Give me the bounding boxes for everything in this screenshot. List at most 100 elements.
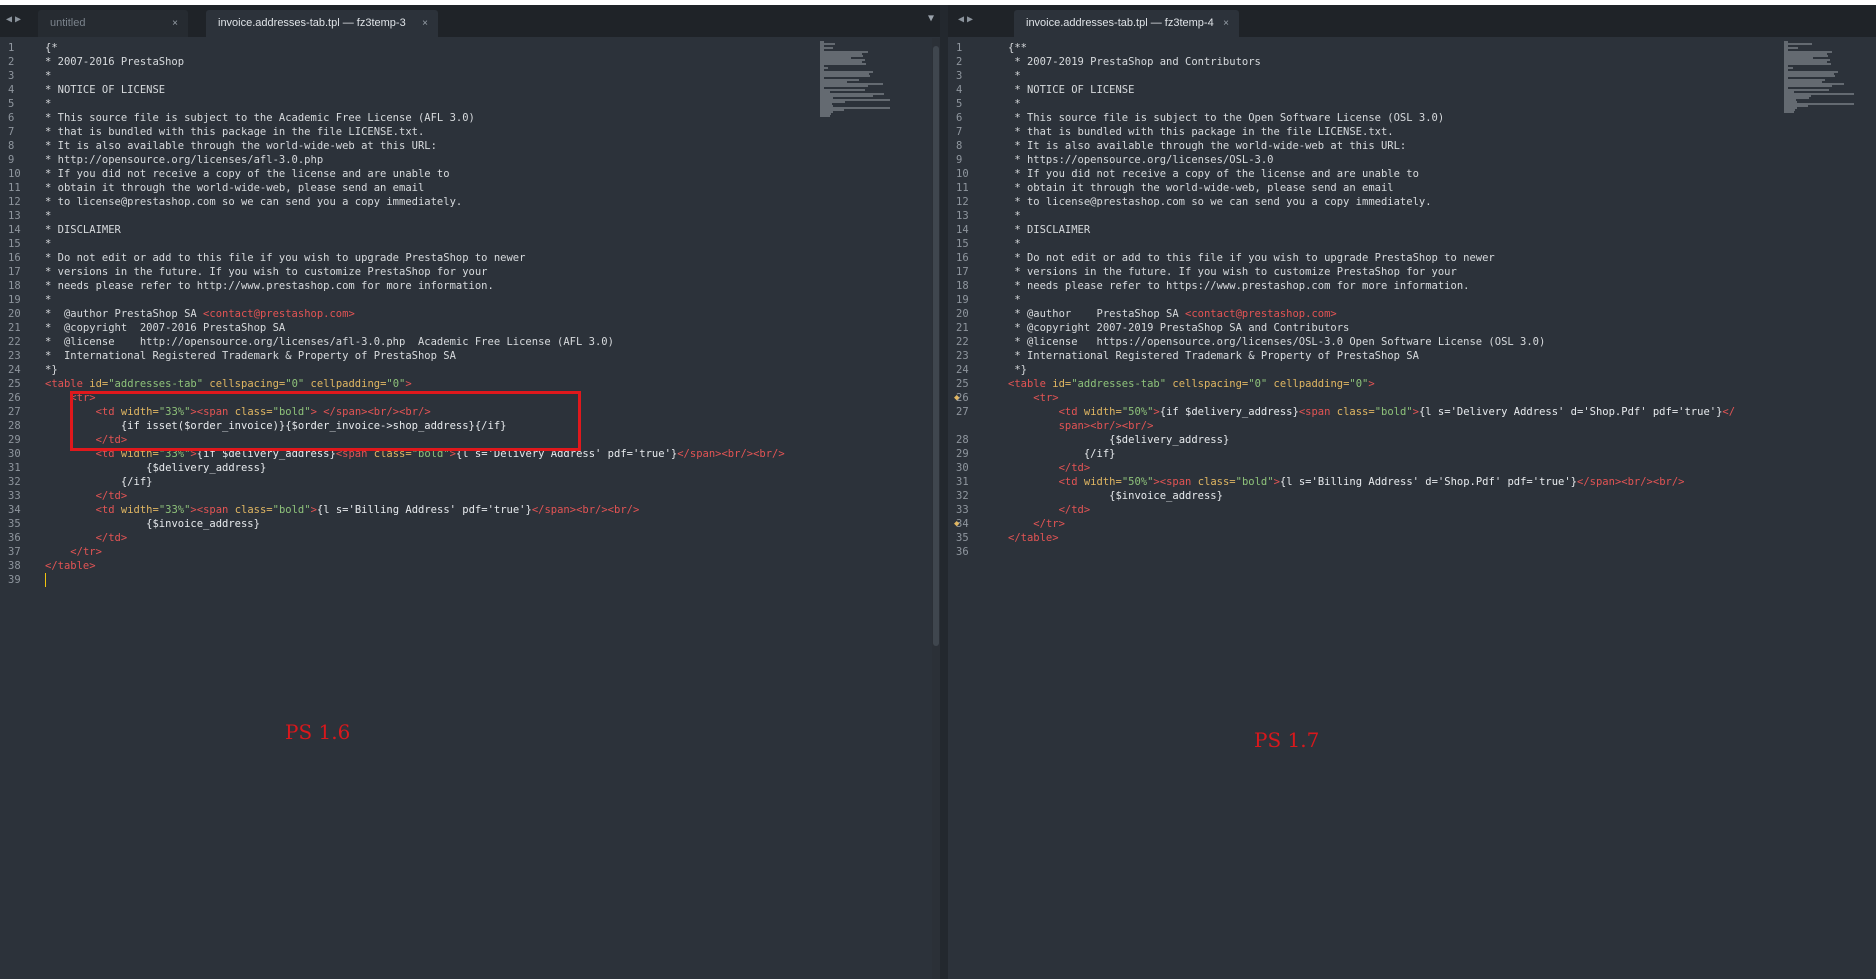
code-line[interactable]: 4 * NOTICE OF LICENSE xyxy=(948,83,1876,97)
code-line[interactable]: 4 * NOTICE OF LICENSE xyxy=(0,83,940,97)
code-line[interactable]: 5 * xyxy=(0,97,940,111)
code-line[interactable]: 35 {$invoice_address} xyxy=(0,517,940,531)
line-text: * NOTICE OF LICENSE xyxy=(45,84,166,96)
code-line[interactable]: 17 * versions in the future. If you wish … xyxy=(0,265,940,279)
close-icon[interactable]: × xyxy=(1223,10,1229,37)
nav-arrows-icon[interactable]: ◀▶ xyxy=(958,14,976,25)
line-number: 36 xyxy=(8,532,21,544)
code-line[interactable]: 31 {$delivery_address} xyxy=(0,461,940,475)
code-line[interactable]: 20 * @author PrestaShop SA <contact@prest… xyxy=(0,307,940,321)
code-line[interactable]: 13 * xyxy=(0,209,940,223)
code-line[interactable]: 19 * xyxy=(0,293,940,307)
code-line[interactable]: 15 * xyxy=(948,237,1876,251)
code-line[interactable]: 13 * xyxy=(948,209,1876,223)
nav-arrows-icon[interactable]: ◀▶ xyxy=(6,14,24,25)
code-line[interactable]: 9 * https://opensource.org/licenses/OSL-… xyxy=(948,153,1876,167)
code-line[interactable]: 9 * http://opensource.org/licenses/afl-3.… xyxy=(0,153,940,167)
code-line[interactable]: 2 * 2007-2016 PrestaShop xyxy=(0,55,940,69)
code-line[interactable]: 33 </td> xyxy=(0,489,940,503)
code-line[interactable]: 24 *} xyxy=(0,363,940,377)
line-number: 39 xyxy=(8,574,21,586)
code-line[interactable]: 6 * This source file is subject to the O… xyxy=(948,111,1876,125)
tab-dropdown-icon[interactable]: ▼ xyxy=(928,13,934,24)
code-line[interactable]: 8 * It is also available through the worl… xyxy=(0,139,940,153)
scroll-thumb[interactable] xyxy=(933,46,939,646)
code-line[interactable]: 15 * xyxy=(0,237,940,251)
code-line[interactable]: 7 * that is bundled with this package in… xyxy=(948,125,1876,139)
code-line[interactable]: 6 * This source file is subject to the Ac… xyxy=(0,111,940,125)
minimap-line xyxy=(1784,75,1836,77)
code-line[interactable]: 21 * @copyright 2007-2019 PrestaShop SA … xyxy=(948,321,1876,335)
code-line[interactable]: 25 <table id="addresses-tab" cellspacing=… xyxy=(0,377,940,391)
scrollbar-left[interactable] xyxy=(932,38,940,979)
line-text: * This source file is subject to the Ope… xyxy=(1008,112,1445,124)
code-line[interactable]: 20 * @author PrestaShop SA <contact@pres… xyxy=(948,307,1876,321)
line-number: 14 xyxy=(956,224,969,236)
code-area-left[interactable]: 1 {* 2 * 2007-2016 PrestaShop 3 * 4 * NOTICE OF… xyxy=(0,38,940,979)
line-number: 5 xyxy=(956,98,963,110)
code-line[interactable]: 35 </table> xyxy=(948,531,1876,545)
line-number: 5 xyxy=(8,98,15,110)
code-line[interactable]: 14 * DISCLAIMER xyxy=(0,223,940,237)
code-line[interactable]: 30 </td> xyxy=(948,461,1876,475)
line-text: {/if} xyxy=(120,476,153,488)
tab-fz3temp-4[interactable]: invoice.addresses-tab.tpl — fz3temp-4 × xyxy=(1014,10,1239,37)
code-line[interactable]: 26 ◆ <tr> xyxy=(948,391,1876,405)
code-line[interactable]: 19 * xyxy=(948,293,1876,307)
code-line[interactable]: 16 * Do not edit or add to this file if y… xyxy=(0,251,940,265)
code-line[interactable]: 3 * xyxy=(948,69,1876,83)
pane-divider[interactable] xyxy=(940,5,948,979)
code-line[interactable]: 25 <table id="addresses-tab" cellspacing=… xyxy=(948,377,1876,391)
tab-untitled[interactable]: untitled × xyxy=(38,10,188,37)
close-icon[interactable]: × xyxy=(172,10,178,37)
line-number: 11 xyxy=(8,182,21,194)
minimap-right[interactable] xyxy=(1784,41,1854,121)
code-line[interactable]: 10 * If you did not receive a copy of the… xyxy=(0,167,940,181)
code-line[interactable]: 22 * @license https://opensource.org/lic… xyxy=(948,335,1876,349)
code-line[interactable]: 12 * to license@prestashop.com so we can… xyxy=(948,195,1876,209)
code-line[interactable]: span><br/><br/> xyxy=(948,419,1876,433)
code-line[interactable]: 36 xyxy=(948,545,1876,559)
code-line[interactable]: 18 * needs please refer to https://www.p… xyxy=(948,279,1876,293)
code-line[interactable]: 7 * that is bundled with this package in … xyxy=(0,125,940,139)
line-number: 33 xyxy=(8,490,21,502)
code-line[interactable]: 3 * xyxy=(0,69,940,83)
line-number: 7 xyxy=(8,126,15,138)
code-line[interactable]: 36 </td> xyxy=(0,531,940,545)
code-line[interactable]: 16 * Do not edit or add to this file if … xyxy=(948,251,1876,265)
code-line[interactable]: 32 {$invoice_address} xyxy=(948,489,1876,503)
code-line[interactable]: 5 * xyxy=(948,97,1876,111)
code-line[interactable]: 34 <td width="33%"><span class="bold">{l… xyxy=(0,503,940,517)
code-line[interactable]: 32 {/if} xyxy=(0,475,940,489)
code-line[interactable]: 34 ◆ </tr> xyxy=(948,517,1876,531)
code-line[interactable]: 27 <td width="50%">{if $delivery_address… xyxy=(948,405,1876,419)
code-line[interactable]: 1 {* xyxy=(0,41,940,55)
code-line[interactable]: 33 </td> xyxy=(948,503,1876,517)
code-line[interactable]: 23 * International Registered Trademark … xyxy=(948,349,1876,363)
code-line[interactable]: 22 * @license http://opensource.org/licen… xyxy=(0,335,940,349)
close-icon[interactable]: × xyxy=(422,10,428,37)
code-line[interactable]: 21 * @copyright 2007-2016 PrestaShop SA xyxy=(0,321,940,335)
code-line[interactable]: 14 * DISCLAIMER xyxy=(948,223,1876,237)
code-line[interactable]: 31 <td width="50%"><span class="bold">{l… xyxy=(948,475,1876,489)
tab-fz3temp-3[interactable]: invoice.addresses-tab.tpl — fz3temp-3 × xyxy=(206,10,438,37)
line-number: 32 xyxy=(956,490,969,502)
code-line[interactable]: 2 * 2007-2019 PrestaShop and Contributor… xyxy=(948,55,1876,69)
code-line[interactable]: 39 xyxy=(0,573,940,587)
code-line[interactable]: 38 </table> xyxy=(0,559,940,573)
code-line[interactable]: 1 {** xyxy=(948,41,1876,55)
code-line[interactable]: 24 *} xyxy=(948,363,1876,377)
code-line[interactable]: 28 {$delivery_address} xyxy=(948,433,1876,447)
minimap-left[interactable] xyxy=(820,41,890,121)
code-line[interactable]: 8 * It is also available through the wor… xyxy=(948,139,1876,153)
code-line[interactable]: 17 * versions in the future. If you wish… xyxy=(948,265,1876,279)
code-line[interactable]: 29 {/if} xyxy=(948,447,1876,461)
code-line[interactable]: 11 * obtain it through the world-wide-we… xyxy=(948,181,1876,195)
code-line[interactable]: 11 * obtain it through the world-wide-web… xyxy=(0,181,940,195)
code-line[interactable]: 23 * International Registered Trademark &… xyxy=(0,349,940,363)
code-line[interactable]: 37 </tr> xyxy=(0,545,940,559)
code-area-right[interactable]: 1 {** 2 * 2007-2019 PrestaShop and Contrib… xyxy=(948,38,1876,979)
code-line[interactable]: 12 * to license@prestashop.com so we can … xyxy=(0,195,940,209)
code-line[interactable]: 18 * needs please refer to http://www.pre… xyxy=(0,279,940,293)
code-line[interactable]: 10 * If you did not receive a copy of th… xyxy=(948,167,1876,181)
